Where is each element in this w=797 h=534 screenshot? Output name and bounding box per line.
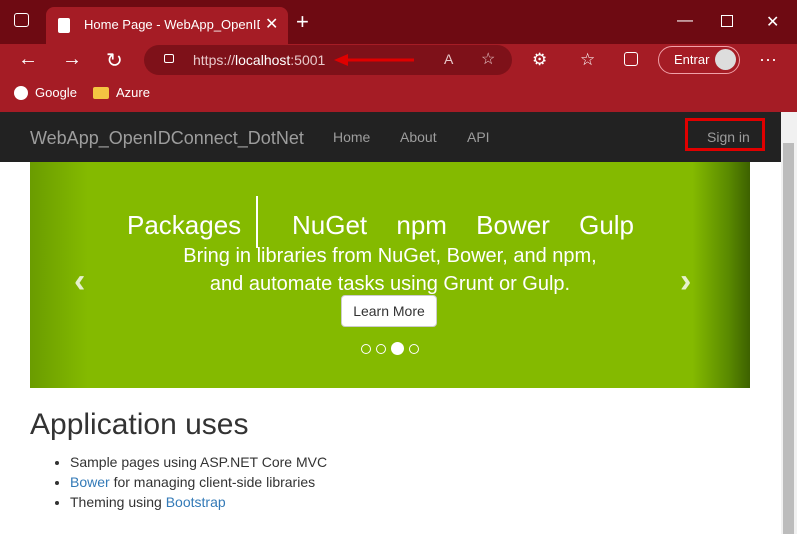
add-favorite-icon[interactable]: ☆ (481, 49, 495, 69)
carousel-packages: NuGet npm Bower Gulp (292, 210, 635, 240)
tab-title: Home Page - WebApp_OpenIDConnect_DotNet (84, 17, 260, 32)
item-text: Sample pages using ASP.NET Core MVC (70, 454, 328, 470)
item-text: for managing client-side libraries (109, 474, 316, 490)
chevron-left-icon[interactable]: ‹ (74, 262, 85, 301)
lock-icon[interactable] (164, 54, 174, 63)
browser-tab[interactable]: Home Page - WebApp_OpenIDConnect_DotNet … (46, 7, 288, 44)
chevron-right-icon[interactable]: › (680, 262, 691, 301)
forward-icon[interactable]: → (62, 48, 82, 71)
carousel-indicators (361, 342, 419, 355)
favorites-icon[interactable]: ☆ (580, 50, 595, 70)
browser-tab-bar: Home Page - WebApp_OpenIDConnect_DotNet … (0, 0, 797, 44)
page-icon (58, 18, 70, 33)
carousel-divider (256, 196, 258, 248)
bower-link[interactable]: Bower (70, 474, 110, 490)
avatar (715, 49, 736, 70)
carousel: Packages NuGet npm Bower Gulp Bring in l… (30, 162, 750, 388)
carousel-caption: Bring in libraries from NuGet, Bower, an… (30, 242, 750, 298)
url-text[interactable]: https://localhost:5001 (193, 52, 325, 68)
list-item: Bower for managing client-side libraries (70, 472, 327, 492)
annotation-arrow (334, 54, 414, 66)
sign-in-link[interactable]: Sign in (707, 129, 750, 145)
carousel-indicator[interactable] (361, 343, 371, 354)
close-tab-icon[interactable]: ✕ (265, 14, 278, 34)
read-aloud-icon[interactable]: A (444, 51, 453, 67)
nav-about[interactable]: About (400, 129, 437, 145)
list-item: Theming using Bootstrap (70, 492, 327, 512)
item-text: Theming using (70, 494, 166, 510)
close-window-icon[interactable]: ✕ (766, 12, 779, 32)
nav-api[interactable]: API (467, 129, 490, 145)
nav-home[interactable]: Home (333, 129, 370, 145)
learn-more-button[interactable]: Learn More (341, 295, 437, 327)
carousel-indicator[interactable] (409, 343, 419, 354)
list-item: Sample pages using ASP.NET Core MVC (70, 452, 327, 472)
extensions-icon[interactable]: ⚙ (532, 50, 547, 70)
minimize-icon[interactable]: — (677, 12, 693, 30)
carousel-title: Packages (127, 210, 242, 240)
tab-actions-icon[interactable] (14, 13, 29, 27)
address-bar[interactable]: https://localhost:5001 A ☆ (144, 45, 512, 75)
caption-line: and automate tasks using Grunt or Gulp. (209, 273, 571, 295)
carousel-indicator[interactable] (376, 343, 386, 354)
site-navbar: WebApp_OpenIDConnect_DotNet Home About A… (0, 112, 781, 162)
site-brand[interactable]: WebApp_OpenIDConnect_DotNet (30, 128, 304, 149)
uses-list: Sample pages using ASP.NET Core MVC Bowe… (52, 452, 327, 512)
caption-line: Bring in libraries from NuGet, Bower, an… (183, 245, 597, 267)
folder-icon (93, 86, 109, 99)
page-heading: Application uses (30, 408, 249, 441)
carousel-indicator-active[interactable] (391, 342, 404, 355)
bookmark-google[interactable]: Google (14, 85, 77, 100)
profile-button[interactable]: Entrar (658, 46, 740, 74)
profile-label: Entrar (674, 52, 710, 67)
maximize-icon[interactable] (721, 15, 733, 27)
refresh-icon[interactable]: ↻ (106, 48, 123, 73)
bookmark-azure[interactable]: Azure (93, 85, 150, 100)
new-tab-icon[interactable]: + (296, 9, 309, 35)
bootstrap-link[interactable]: Bootstrap (166, 494, 226, 510)
bookmark-label: Google (35, 85, 77, 100)
bookmark-label: Azure (116, 85, 150, 100)
google-icon (14, 85, 28, 100)
more-options-icon[interactable]: ··· (759, 49, 777, 70)
back-icon[interactable]: ← (18, 48, 38, 71)
scrollbar-thumb[interactable] (783, 143, 794, 534)
collections-icon[interactable] (624, 52, 638, 66)
